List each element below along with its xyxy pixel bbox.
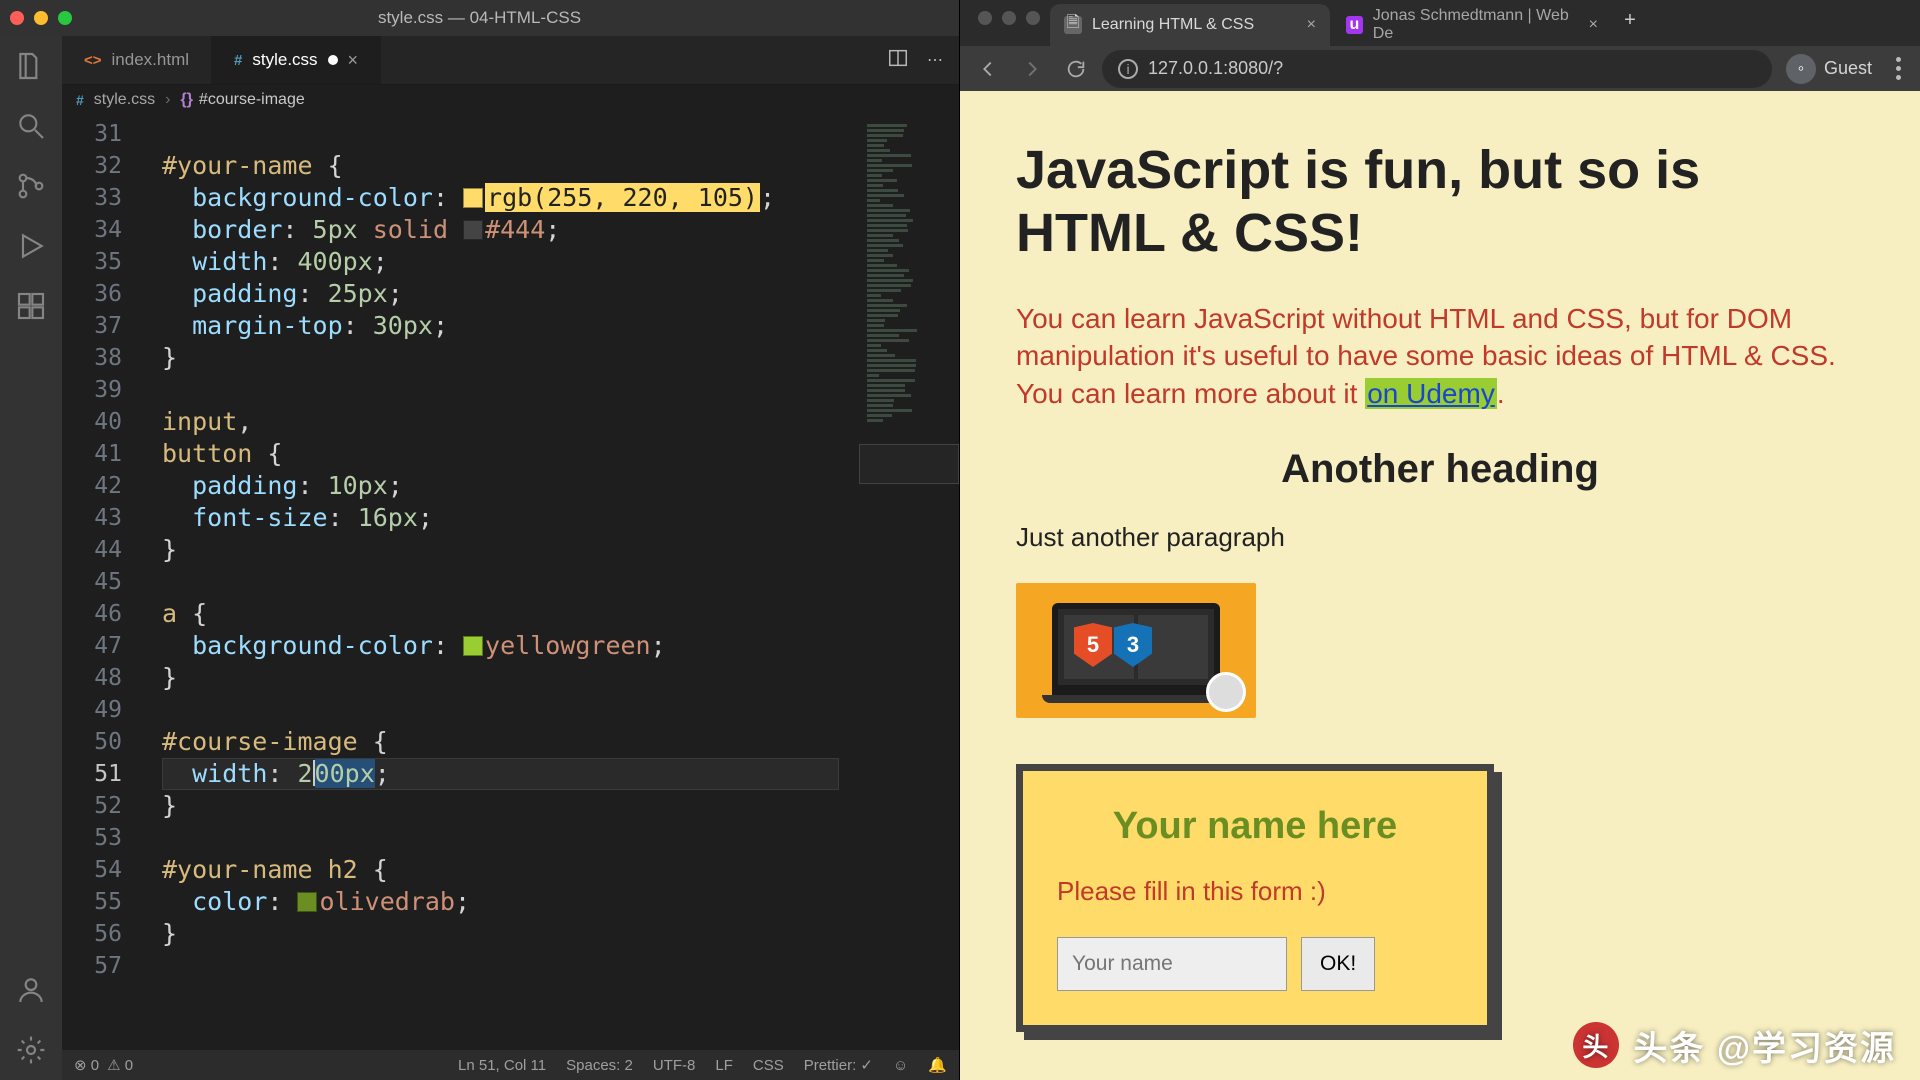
more-actions-icon[interactable]: ⋯ [927,50,943,70]
url-text: 127.0.0.1:8080/? [1148,58,1283,79]
close-tab-icon[interactable]: × [1307,16,1316,34]
cursor-position[interactable]: Ln 51, Col 11 [458,1057,546,1074]
vscode-window: style.css — 04-HTML-CSS <> index.html # [0,0,960,1080]
tab-title: Learning HTML & CSS [1092,16,1254,34]
activity-bar [0,36,62,1080]
breadcrumb-file[interactable]: style.css [94,91,155,109]
account-icon[interactable] [15,974,47,1006]
css-file-icon: # [76,92,84,108]
your-name-form: Your name here Please fill in this form … [1016,764,1494,1032]
css3-shield-icon: 3 [1114,623,1152,667]
encoding[interactable]: UTF-8 [653,1057,696,1074]
back-button[interactable] [970,51,1006,87]
breadcrumbs[interactable]: # style.css › {}#course-image [62,84,959,114]
editor-tabs: <> index.html # style.css × ⋯ [62,36,959,84]
instructor-avatar [1206,672,1246,712]
tab-label: style.css [252,50,317,70]
reload-button[interactable] [1058,51,1094,87]
avatar-icon: ◦ [1786,54,1816,84]
modified-indicator-icon [328,55,338,65]
udemy-link[interactable]: on Udemy [1365,378,1497,409]
html5-shield-icon: 5 [1074,623,1112,667]
eol[interactable]: LF [715,1057,733,1074]
watermark-logo-icon: 头 [1573,1022,1619,1068]
feedback-icon[interactable]: ☺ [893,1057,908,1074]
browser-tab-inactive[interactable]: u Jonas Schmedtmann | Web De × [1332,4,1612,46]
browser-toolbar: i 127.0.0.1:8080/? ◦ Guest [960,46,1920,92]
extensions-icon[interactable] [15,290,47,322]
rendered-page: JavaScript is fun, but so is HTML & CSS!… [960,91,1920,1080]
paragraph: Just another paragraph [1016,522,1864,553]
page-heading-1: JavaScript is fun, but so is HTML & CSS! [1016,139,1864,263]
tab-label: index.html [112,50,189,70]
css-file-icon: # [234,52,242,69]
browser-tabstrip: 🗎 Learning HTML & CSS × u Jonas Schmedtm… [960,0,1920,46]
prettier-status[interactable]: Prettier: ✓ [804,1056,873,1074]
breadcrumb-selector[interactable]: {}#course-image [180,91,304,109]
code-content[interactable]: #your-name { background-color: rgb(255, … [162,114,775,982]
status-bar: ⊗ 0 ⚠ 0 Ln 51, Col 11 Spaces: 2 UTF-8 LF… [62,1050,959,1080]
warnings-count[interactable]: ⚠ 0 [107,1056,133,1074]
source-control-icon[interactable] [15,170,47,202]
forward-button[interactable] [1014,51,1050,87]
search-icon[interactable] [15,110,47,142]
close-tab-icon[interactable]: × [1589,16,1598,34]
errors-count[interactable]: ⊗ 0 [74,1056,99,1074]
tab-style-css[interactable]: # style.css × [212,36,381,84]
line-number-gutter: 3132333435363738394041424344454647484950… [62,118,152,982]
settings-gear-icon[interactable] [15,1034,47,1066]
watermark: 头 头条 @学习资源 [1573,1021,1896,1070]
address-bar[interactable]: i 127.0.0.1:8080/? [1102,50,1772,88]
html-file-icon: <> [84,52,102,69]
notifications-icon[interactable]: 🔔 [928,1056,947,1074]
tab-index-html[interactable]: <> index.html [62,36,212,84]
form-title: Your name here [1057,805,1453,848]
intro-paragraph: You can learn JavaScript without HTML an… [1016,300,1864,413]
tab-title: Jonas Schmedtmann | Web De [1373,7,1579,43]
code-editor[interactable]: 3132333435363738394041424344454647484950… [62,114,959,1050]
new-tab-button[interactable]: + [1614,4,1646,36]
site-info-icon[interactable]: i [1118,59,1138,79]
split-editor-icon[interactable] [887,47,909,74]
close-tab-icon[interactable]: × [348,50,359,71]
vscode-titlebar: style.css — 04-HTML-CSS [0,0,959,36]
page-heading-2: Another heading [1016,447,1864,492]
form-hint: Please fill in this form :) [1057,876,1453,907]
minimap-viewport[interactable] [859,444,959,484]
chrome-menu-button[interactable] [1886,57,1910,80]
chrome-window: 🗎 Learning HTML & CSS × u Jonas Schmedtm… [960,0,1920,1080]
indentation[interactable]: Spaces: 2 [566,1057,633,1074]
course-image: 5 3 [1016,583,1256,718]
language-mode[interactable]: CSS [753,1057,784,1074]
favicon-icon: 🗎 [1064,16,1082,34]
browser-tab-active[interactable]: 🗎 Learning HTML & CSS × [1050,4,1330,46]
run-debug-icon[interactable] [15,230,47,262]
explorer-icon[interactable] [15,50,47,82]
window-controls-inactive[interactable] [968,11,1050,35]
ok-button[interactable]: OK! [1301,937,1375,991]
name-input[interactable] [1057,937,1287,991]
minimap[interactable] [859,114,959,1050]
window-title: style.css — 04-HTML-CSS [0,8,959,28]
favicon-icon: u [1346,16,1363,34]
chevron-right-icon: › [165,91,170,109]
profile-button[interactable]: ◦ Guest [1780,54,1878,84]
